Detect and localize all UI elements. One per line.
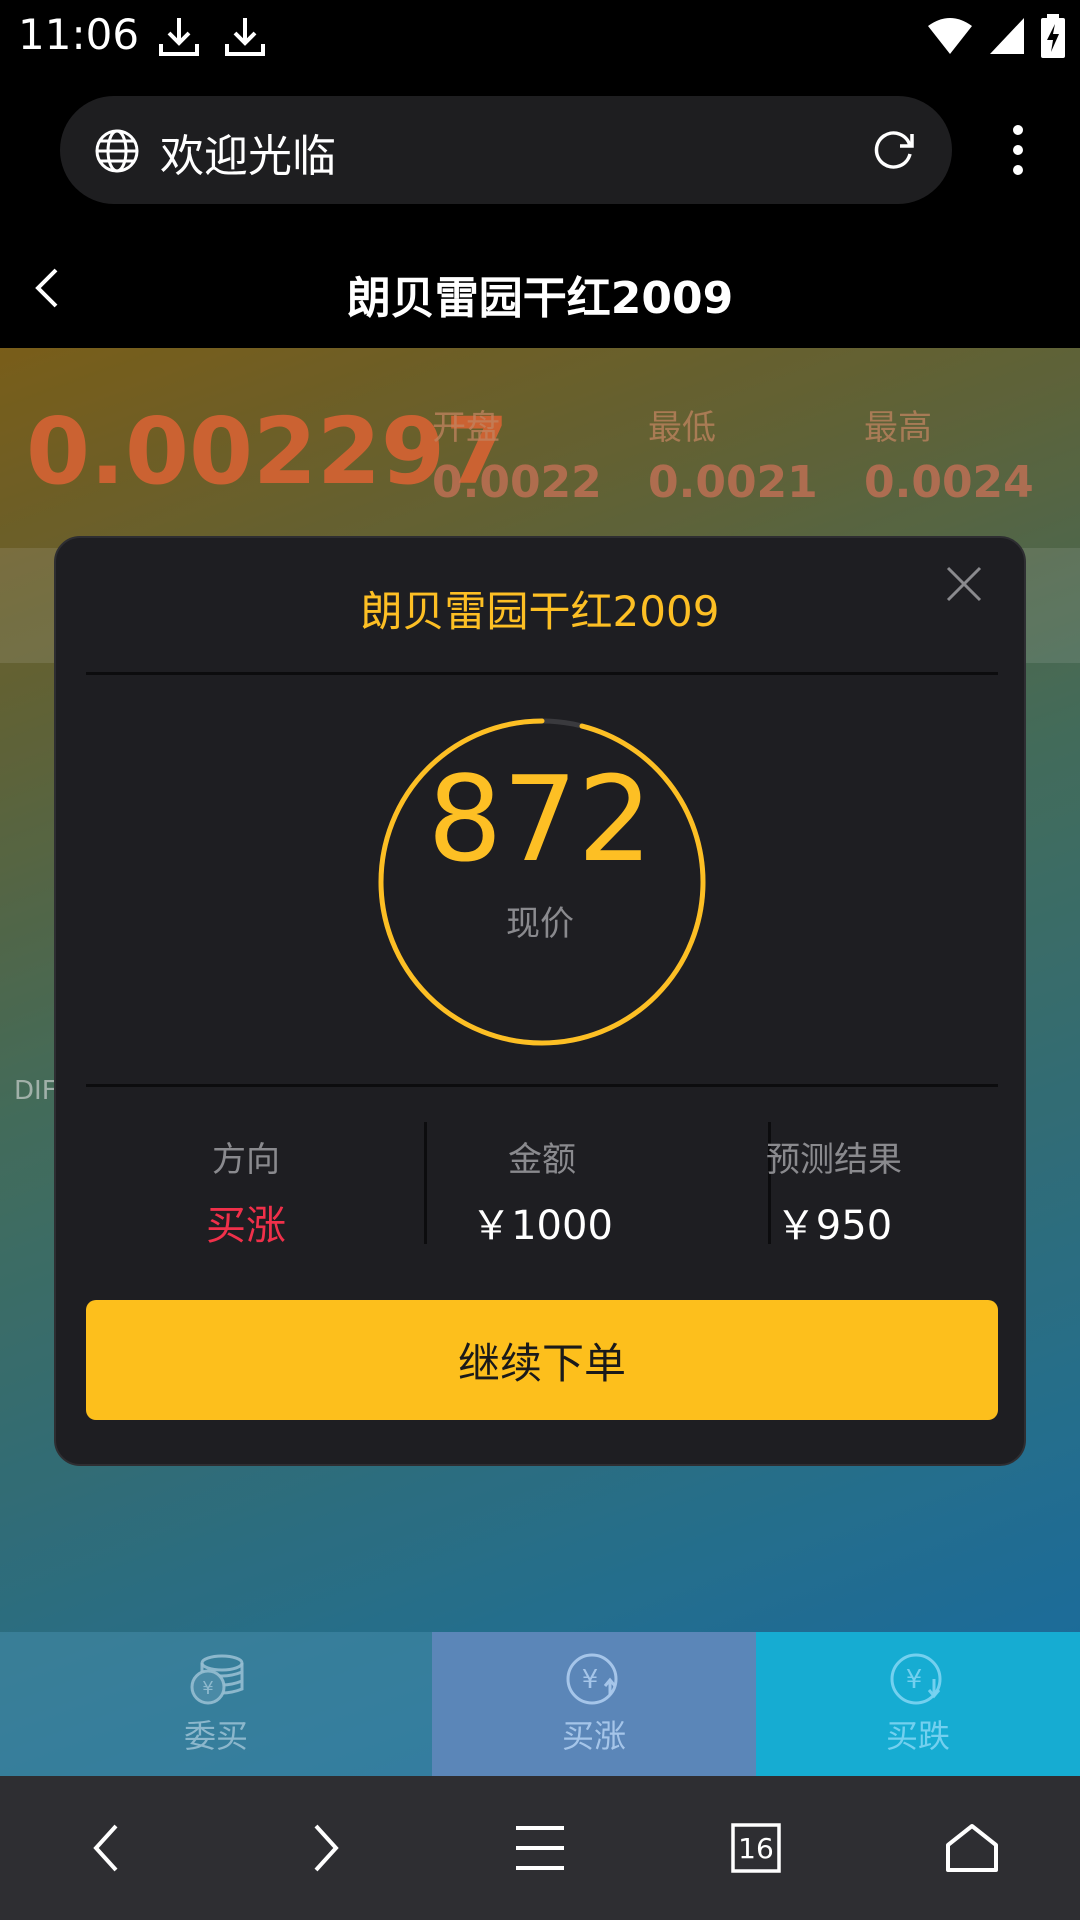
direction-value: 买涨 (206, 1203, 286, 1249)
svg-text:¥: ¥ (906, 1665, 923, 1695)
divider (86, 1084, 998, 1087)
battery-icon (1041, 14, 1065, 58)
info-label: 金额 (508, 1140, 576, 1180)
tab-label: 委买 (183, 1717, 248, 1755)
countdown-label: 现价 (506, 904, 574, 944)
download-icon (225, 18, 265, 56)
coins-stack-icon: ¥ (190, 1654, 244, 1705)
nav-menu-button[interactable] (504, 1812, 576, 1884)
tab-label: 买跌 (885, 1717, 950, 1755)
divider (86, 672, 998, 675)
menu-icon (516, 1826, 564, 1870)
info-label: 预测结果 (766, 1140, 902, 1180)
reload-icon[interactable] (870, 126, 918, 174)
dialog-title: 朗贝雷园干红2009 (360, 587, 720, 636)
browser-bottom-nav: 16 (0, 1776, 1080, 1920)
tab-maidie[interactable]: ¥ 买跌 (756, 1632, 1080, 1776)
info-direction: 方向 买涨 (86, 1132, 406, 1251)
page-header: 朗贝雷园干红2009 (0, 228, 1080, 348)
tab-maizhang[interactable]: ¥ 买涨 (432, 1632, 756, 1776)
info-label: 方向 (212, 1140, 280, 1180)
close-icon[interactable] (944, 564, 984, 604)
yuan-down-icon: ¥ (890, 1653, 942, 1705)
info-result: 预测结果 ￥950 (674, 1132, 994, 1251)
back-icon (93, 1824, 118, 1872)
countdown-value: 872 (427, 750, 653, 888)
status-bar: 11:06 (0, 0, 1080, 72)
svg-text:¥: ¥ (582, 1665, 599, 1695)
nav-back-button[interactable] (70, 1812, 142, 1884)
home-icon (946, 1824, 998, 1872)
download-icon (159, 18, 199, 56)
continue-order-button[interactable]: 继续下单 (86, 1300, 998, 1420)
nav-tabs-button[interactable]: 16 (720, 1812, 792, 1884)
amount-value: ￥1000 (471, 1203, 613, 1249)
tab-weimai[interactable]: ¥ 委买 (0, 1632, 432, 1776)
signal-icon (990, 18, 1024, 54)
order-result-dialog: 朗贝雷园干红2009 872 现价 方向 买涨 金额 ￥1000 预测结果 ￥9… (54, 536, 1026, 1466)
nav-home-button[interactable] (936, 1812, 1008, 1884)
result-value: ￥950 (775, 1203, 893, 1249)
yuan-up-icon: ¥ (566, 1653, 618, 1705)
info-amount: 金额 ￥1000 (382, 1132, 702, 1251)
wifi-icon (928, 18, 972, 54)
tab-label: 买涨 (561, 1717, 626, 1755)
trade-tab-bar: ¥ 委买 ¥ 买涨 ¥ 买跌 (0, 1632, 1080, 1776)
address-bar-title: 欢迎光临 (160, 131, 336, 182)
globe-icon (95, 129, 139, 173)
more-menu-icon[interactable] (1012, 124, 1024, 176)
address-bar[interactable]: 欢迎光临 (60, 96, 952, 204)
forward-icon (314, 1824, 339, 1872)
nav-forward-button[interactable] (290, 1812, 362, 1884)
browser-toolbar: 欢迎光临 (0, 72, 1080, 228)
page-title: 朗贝雷园干红2009 (346, 273, 734, 324)
tabs-icon (731, 1823, 781, 1873)
status-time: 11:06 (18, 10, 140, 59)
svg-text:¥: ¥ (202, 1678, 213, 1699)
